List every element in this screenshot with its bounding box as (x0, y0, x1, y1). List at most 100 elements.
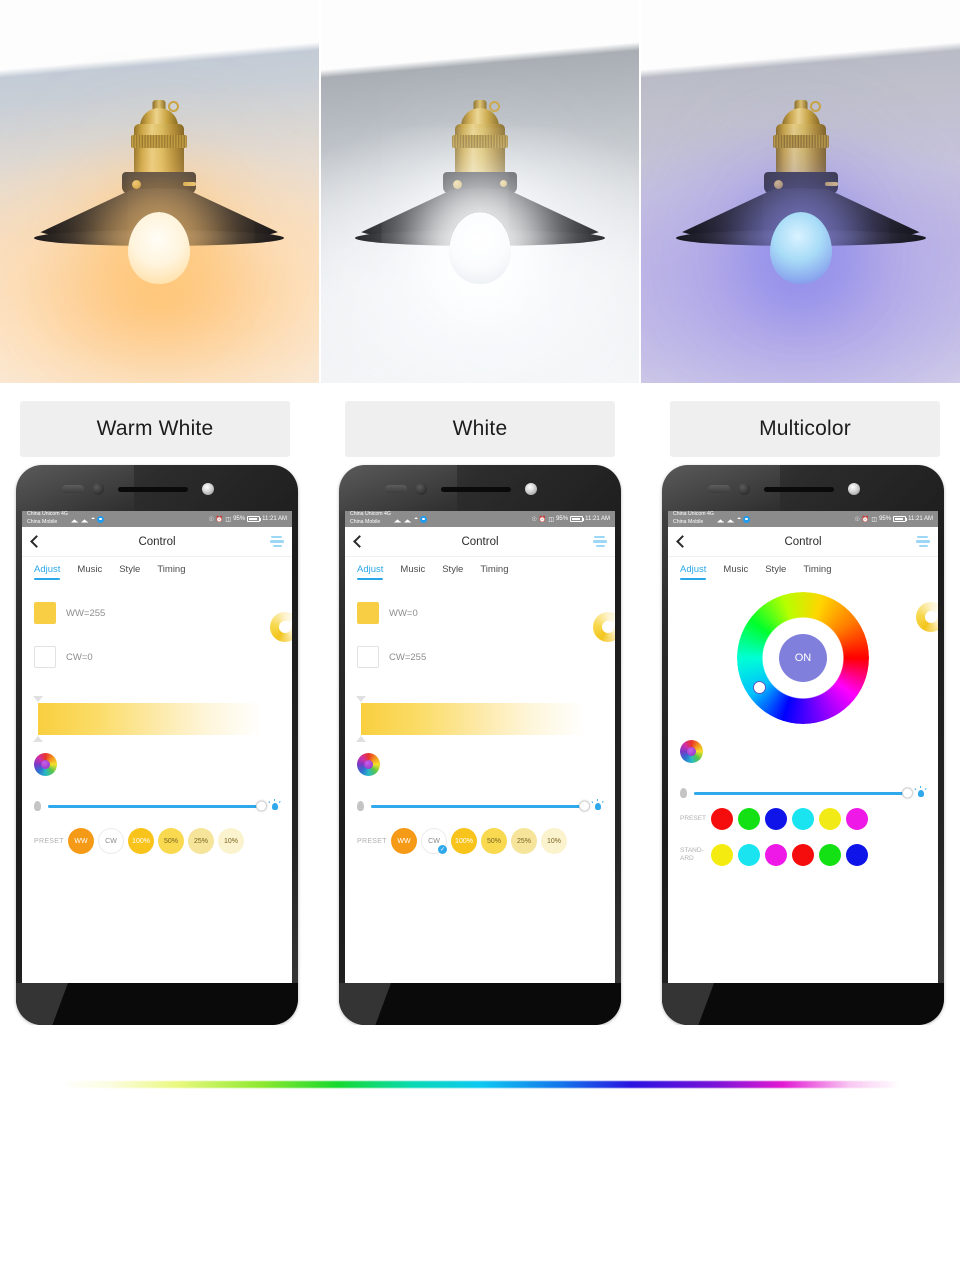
preset-chip-cw[interactable]: CW ✓ (421, 828, 447, 854)
white-gradient-slider[interactable] (33, 696, 280, 742)
page-title: Control (784, 535, 822, 548)
color-wheel-icon[interactable] (680, 740, 703, 763)
vibrate-icon: ◫ (548, 516, 555, 523)
proximity-sensor-icon (415, 483, 427, 495)
gradient-track[interactable] (38, 703, 262, 735)
wifi-icon: ◓ (736, 515, 742, 523)
phone-bottom-bezel (662, 983, 944, 1025)
preset-chip-50[interactable]: 50% (158, 828, 184, 854)
tab-style[interactable]: Style (119, 564, 140, 580)
tab-style[interactable]: Style (765, 564, 786, 580)
standard-color-green[interactable] (819, 844, 841, 866)
mode-label-text: White (452, 417, 508, 440)
white-gradient-slider[interactable] (356, 696, 603, 742)
brightness-slider-row[interactable] (680, 786, 927, 799)
gradient-handle-bottom[interactable] (33, 736, 43, 742)
gradient-track[interactable] (361, 703, 585, 735)
proximity-sensor-icon (738, 483, 750, 495)
preset-label: PRESET (34, 837, 64, 845)
preset-chip-25[interactable]: 25% (511, 828, 537, 854)
tab-music[interactable]: Music (77, 564, 102, 580)
tab-adjust[interactable]: Adjust (357, 564, 384, 580)
preset-chip-ww[interactable]: WW (391, 828, 417, 854)
tab-timing[interactable]: Timing (157, 564, 185, 580)
gradient-handle-top[interactable] (33, 696, 43, 702)
tab-timing[interactable]: Timing (480, 564, 508, 580)
brightness-slider[interactable] (371, 800, 590, 812)
preset-color-cyan[interactable] (792, 808, 814, 830)
color-temperature-toggle[interactable] (270, 612, 292, 642)
brightness-slider[interactable] (48, 800, 267, 812)
ww-swatch[interactable] (357, 602, 379, 624)
brightness-min-icon (680, 788, 687, 798)
brightness-slider-row[interactable] (34, 799, 281, 812)
standard-color-magenta[interactable] (765, 844, 787, 866)
preset-chip-25[interactable]: 25% (188, 828, 214, 854)
eye-care-icon: ☉ (854, 516, 860, 523)
tab-adjust[interactable]: Adjust (34, 564, 61, 580)
cw-swatch[interactable] (34, 646, 56, 668)
preset-color-red[interactable] (711, 808, 733, 830)
battery-icon (570, 516, 585, 522)
preset-chip-100[interactable]: 100% (451, 828, 477, 854)
brightness-slider[interactable] (694, 787, 913, 799)
color-wheel-handle[interactable] (753, 681, 766, 694)
status-bar-right-icons: ☉ ⏰ ◫ 95% 11:21 AM (855, 516, 933, 523)
brightness-bulb-icon (914, 786, 927, 799)
power-on-button[interactable]: ON (779, 634, 827, 682)
preset-color-magenta[interactable] (846, 808, 868, 830)
color-wheel-icon[interactable] (357, 753, 380, 776)
mode-label-white: White (345, 401, 615, 457)
preset-chip-10[interactable]: 10% (218, 828, 244, 854)
preset-chip-cw[interactable]: CW (98, 828, 124, 854)
gradient-handle-top[interactable] (356, 696, 366, 702)
tab-music[interactable]: Music (400, 564, 425, 580)
hamburger-menu-icon[interactable] (268, 535, 284, 548)
ww-swatch[interactable] (34, 602, 56, 624)
lamp-photo-white (320, 0, 640, 383)
hamburger-menu-icon[interactable] (914, 535, 930, 548)
channel-row-cw[interactable]: CW=255 (357, 646, 603, 668)
wifi-icon: ◓ (413, 515, 419, 523)
preset-color-blue[interactable] (765, 808, 787, 830)
brightness-bulb-icon (268, 799, 281, 812)
standard-color-blue[interactable] (846, 844, 868, 866)
cw-swatch[interactable] (357, 646, 379, 668)
channel-row-cw[interactable]: CW=0 (34, 646, 280, 668)
brightness-slider-knob[interactable] (902, 787, 913, 799)
channel-row-ww[interactable]: WW=0 (357, 602, 603, 624)
tab-music[interactable]: Music (723, 564, 748, 580)
color-temperature-toggle[interactable] (916, 602, 938, 632)
preset-chip-ww[interactable]: WW (68, 828, 94, 854)
brightness-min-icon (357, 801, 364, 811)
phone-top-bezel (16, 465, 298, 511)
standard-color-red[interactable] (792, 844, 814, 866)
battery-percent-label: 95% (556, 516, 569, 522)
clock-label: 11:21 AM (262, 516, 287, 522)
preset-color-green[interactable] (738, 808, 760, 830)
color-wheel-icon[interactable] (34, 753, 57, 776)
tab-timing[interactable]: Timing (803, 564, 831, 580)
gradient-handle-bottom[interactable] (356, 736, 366, 742)
hamburger-menu-icon[interactable] (591, 535, 607, 548)
status-bar-right-icons: ☉ ⏰ ◫ 95% 11:21 AM (209, 516, 287, 523)
status-bar: China Unicom 4G China Mobile ◓ ☉ ⏰ ◫ 95%… (22, 511, 292, 527)
tab-adjust[interactable]: Adjust (680, 564, 707, 580)
app-bar: Control (22, 527, 292, 557)
standard-color-yellow[interactable] (711, 844, 733, 866)
preset-chip-10[interactable]: 10% (541, 828, 567, 854)
phone-mockup-white: China Unicom 4G China Mobile ◓ ☉ ⏰ ◫ 95%… (339, 465, 621, 1025)
preset-chip-cw-label: CW (428, 837, 440, 845)
preset-chip-50[interactable]: 50% (481, 828, 507, 854)
brightness-slider-knob[interactable] (256, 800, 267, 812)
tab-style[interactable]: Style (442, 564, 463, 580)
brightness-slider-row[interactable] (357, 799, 604, 812)
color-wheel-picker[interactable]: ON (737, 592, 869, 724)
standard-color-cyan[interactable] (738, 844, 760, 866)
color-temperature-toggle[interactable] (593, 612, 615, 642)
preset-color-yellow[interactable] (819, 808, 841, 830)
battery-icon (893, 516, 908, 522)
brightness-slider-knob[interactable] (579, 800, 590, 812)
channel-row-ww[interactable]: WW=255 (34, 602, 280, 624)
preset-chip-100[interactable]: 100% (128, 828, 154, 854)
